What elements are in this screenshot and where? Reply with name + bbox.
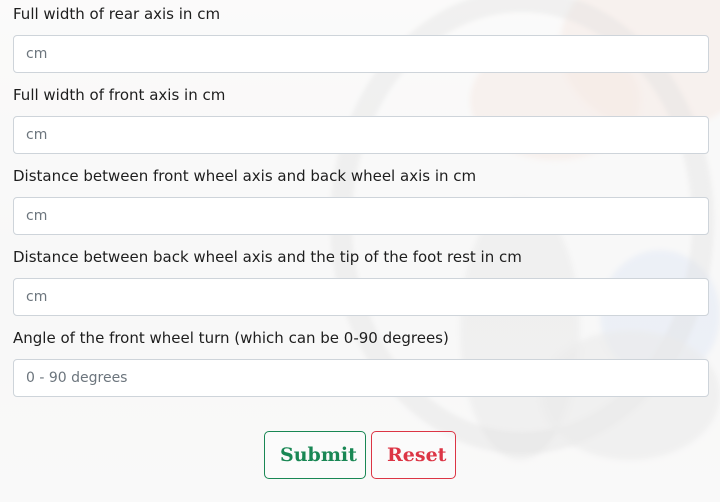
front-wheel-angle-label: Angle of the front wheel turn (which can… [13, 329, 449, 347]
submit-button[interactable]: Submit [264, 431, 366, 479]
front-wheel-angle-input[interactable] [13, 359, 709, 397]
front-axis-width-input[interactable] [13, 116, 709, 154]
rear-axis-width-field: Full width of rear axis in cm [13, 4, 709, 73]
front-axis-width-field: Full width of front axis in cm [13, 85, 709, 154]
form-actions: Submit Reset [0, 431, 720, 479]
front-wheel-angle-field: Angle of the front wheel turn (which can… [13, 328, 709, 397]
footrest-distance-input[interactable] [13, 278, 709, 316]
rear-axis-width-input[interactable] [13, 35, 709, 73]
footrest-distance-label: Distance between back wheel axis and the… [13, 248, 522, 266]
axis-distance-input[interactable] [13, 197, 709, 235]
wheelchair-measurement-form: Full width of rear axis in cm Full width… [13, 0, 709, 409]
footrest-distance-field: Distance between back wheel axis and the… [13, 247, 709, 316]
front-axis-width-label: Full width of front axis in cm [13, 86, 226, 104]
axis-distance-label: Distance between front wheel axis and ba… [13, 167, 477, 185]
rear-axis-width-label: Full width of rear axis in cm [13, 5, 221, 23]
axis-distance-field: Distance between front wheel axis and ba… [13, 166, 709, 235]
reset-button[interactable]: Reset [371, 431, 456, 479]
